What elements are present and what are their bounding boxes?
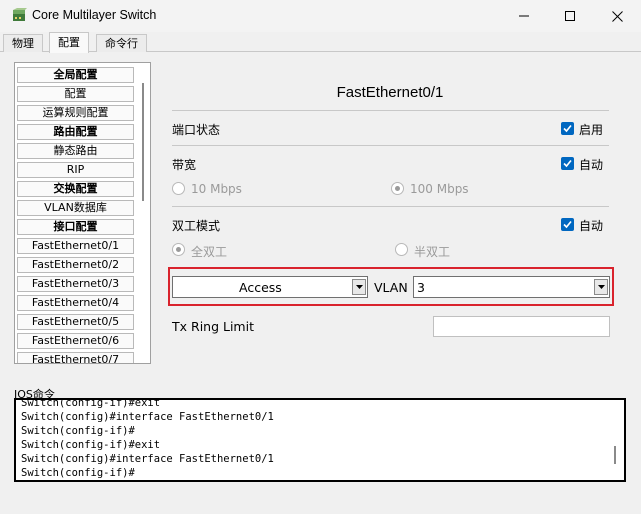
console-line: Switch(config-if)# <box>21 425 135 437</box>
tab-physical[interactable]: 物理 <box>3 34 43 52</box>
close-button[interactable] <box>594 0 640 32</box>
nav-global-config[interactable]: 全局配置 <box>17 67 134 83</box>
port-enable-label: 启用 <box>579 123 604 137</box>
nav-interface-config[interactable]: 接口配置 <box>17 219 134 235</box>
nav-fa0-7[interactable]: FastEthernet0/7 <box>17 352 134 363</box>
duplex-full-label: 全双工 <box>191 245 228 259</box>
bandwidth-auto-label: 自动 <box>579 158 604 172</box>
console-line: Switch(config-if)#exit <box>21 398 161 409</box>
bandwidth-10-label: 10 Mbps <box>191 182 242 196</box>
duplex-label: 双工模式 <box>172 219 221 233</box>
separator <box>172 206 609 207</box>
vlan-select[interactable]: 3 <box>413 276 610 298</box>
nav-algorithm-config[interactable]: 运算规则配置 <box>17 105 134 121</box>
port-status-label: 端口状态 <box>172 123 221 137</box>
vlan-label: VLAN <box>374 280 408 295</box>
nav-fa0-2[interactable]: FastEthernet0/2 <box>17 257 134 273</box>
bandwidth-auto-checkbox[interactable] <box>561 157 574 170</box>
nav-fa0-6[interactable]: FastEthernet0/6 <box>17 333 134 349</box>
duplex-auto-label: 自动 <box>579 219 604 233</box>
nav-fa0-5[interactable]: FastEthernet0/5 <box>17 314 134 330</box>
duplex-half-radio[interactable] <box>395 243 408 256</box>
tab-config[interactable]: 配置 <box>49 32 89 53</box>
duplex-auto-checkbox[interactable] <box>561 218 574 231</box>
chevron-down-icon[interactable] <box>352 279 366 295</box>
console-line: Switch(config-if)# <box>21 467 135 479</box>
nav-rip[interactable]: RIP <box>17 162 134 178</box>
console-line: Switch(config)#interface FastEthernet0/1 <box>21 453 274 465</box>
bandwidth-10-radio[interactable] <box>172 182 185 195</box>
interface-title: FastEthernet0/1 <box>336 84 444 101</box>
bandwidth-100-radio[interactable] <box>391 182 404 195</box>
window-title: Core Multilayer Switch <box>32 8 157 22</box>
minimize-button[interactable] <box>501 0 547 32</box>
tx-ring-limit-label: Tx Ring Limit <box>172 319 254 334</box>
console-line: Switch(config-if)#exit <box>21 439 161 451</box>
console-line: Switch(config)#interface FastEthernet0/1 <box>21 411 274 423</box>
nav-static-route[interactable]: 静态路由 <box>17 143 134 159</box>
tx-ring-limit-input[interactable] <box>433 316 610 337</box>
title-bar: Core Multilayer Switch <box>0 0 641 32</box>
duplex-half-label: 半双工 <box>414 245 451 259</box>
nav-scrollbar-thumb[interactable] <box>142 83 144 201</box>
port-enable-checkbox[interactable] <box>561 122 574 135</box>
nav-fa0-3[interactable]: FastEthernet0/3 <box>17 276 134 292</box>
nav-vlan-database[interactable]: VLAN数据库 <box>17 200 134 216</box>
chevron-down-icon[interactable] <box>594 279 608 295</box>
nav-fa0-1[interactable]: FastEthernet0/1 <box>17 238 134 254</box>
port-mode-select[interactable]: Access <box>172 276 368 298</box>
config-nav-panel: 全局配置 配置 运算规则配置 路由配置 静态路由 RIP 交换配置 VLAN数据… <box>14 62 151 364</box>
switch-icon <box>12 8 27 23</box>
nav-settings[interactable]: 配置 <box>17 86 134 102</box>
separator <box>172 145 609 146</box>
tab-cli[interactable]: 命令行 <box>96 34 147 52</box>
port-mode-value: Access <box>239 280 282 295</box>
bandwidth-100-label: 100 Mbps <box>410 182 469 196</box>
duplex-full-radio[interactable] <box>172 243 185 256</box>
nav-scrollbar[interactable] <box>138 65 148 361</box>
separator <box>172 110 609 111</box>
maximize-button[interactable] <box>547 0 593 32</box>
nav-fa0-4[interactable]: FastEthernet0/4 <box>17 295 134 311</box>
console-scrollbar-thumb[interactable] <box>614 446 616 464</box>
bandwidth-label: 带宽 <box>172 158 197 172</box>
ios-console[interactable]: Switch(config-if)#exit Switch(config)#in… <box>14 398 626 482</box>
tab-strip: 物理 配置 命令行 <box>0 32 641 53</box>
nav-switching-config[interactable]: 交换配置 <box>17 181 134 197</box>
nav-routing-config[interactable]: 路由配置 <box>17 124 134 140</box>
vlan-value: 3 <box>417 280 425 295</box>
